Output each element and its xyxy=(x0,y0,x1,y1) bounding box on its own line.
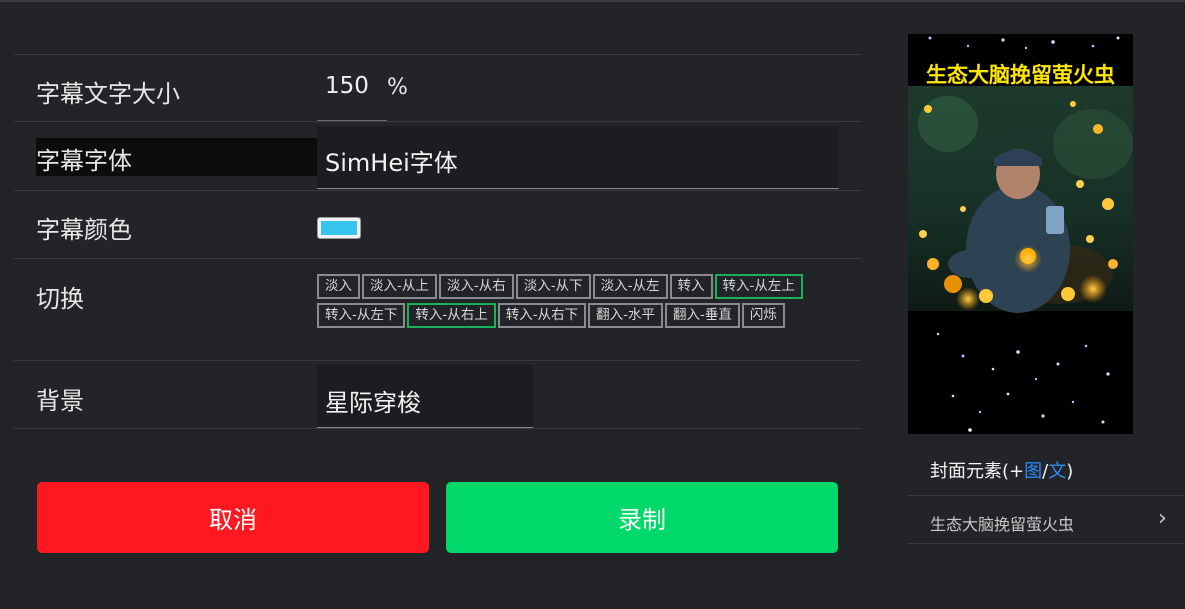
add-image-link[interactable]: 图 xyxy=(1024,461,1042,482)
transition-option[interactable]: 淡入-从左 xyxy=(592,274,668,299)
font-size-row: 字幕文字大小 150 % xyxy=(14,54,861,121)
transition-option[interactable]: 淡入-从下 xyxy=(515,274,591,299)
preview-title: 生态大脑挽留萤火虫 xyxy=(926,63,1115,87)
transition-option[interactable]: 转入-从右下 xyxy=(497,303,587,328)
cover-elements-heading: 封面元素(+图/文) xyxy=(930,457,1073,483)
background-select[interactable]: 星际穿梭 xyxy=(317,365,533,428)
font-size-label: 字幕文字大小 xyxy=(36,80,180,108)
add-text-link[interactable]: 文 xyxy=(1048,461,1066,482)
transition-option[interactable]: 翻入-水平 xyxy=(588,303,663,328)
chevron-right-icon: › xyxy=(1158,506,1167,531)
cover-text-value: 生态大脑挽留萤火虫 xyxy=(930,515,1075,534)
preview-image xyxy=(908,36,1133,432)
transition-options: 淡入 淡入-从上 淡入-从右 淡入-从下 淡入-从左 转入 转入-从左上转入-从左下 转入-从… xyxy=(317,274,817,332)
transition-option[interactable]: 转入-从左下 xyxy=(317,303,406,328)
font-size-unit: % xyxy=(387,75,408,100)
transition-option[interactable]: 闪烁 xyxy=(741,303,785,328)
transition-row: 切换 淡入 淡入-从上 淡入-从右 淡入-从下 淡入-从左 转入 转入-从左上转入-从左下转… xyxy=(14,258,861,360)
font-size-value: 150 xyxy=(325,73,369,99)
transition-option[interactable]: 转入-从右上 xyxy=(407,303,496,328)
transition-label: 切换 xyxy=(36,285,84,313)
font-size-input[interactable]: 150 xyxy=(317,55,387,121)
font-family-label: 字幕字体 xyxy=(36,147,132,175)
font-color-label: 字幕颜色 xyxy=(36,216,132,244)
transition-option[interactable]: 转入 xyxy=(669,274,713,299)
font-family-select[interactable]: SimHei字体 xyxy=(317,126,839,189)
transition-option[interactable]: 淡入 xyxy=(317,274,360,299)
top-divider xyxy=(0,0,1185,2)
video-preview: 生态大脑挽留萤火虫 xyxy=(908,34,1133,434)
font-color-picker[interactable] xyxy=(317,217,361,239)
background-value: 星际穿梭 xyxy=(325,389,421,417)
cover-text-item[interactable]: 生态大脑挽留萤火虫 › xyxy=(908,495,1185,544)
subtitle-settings-panel: 字幕文字大小 150 % 字幕字体 SimHei字体 字幕颜色 切换 淡入 淡入-… xyxy=(14,54,861,429)
transition-option[interactable]: 淡入-从右 xyxy=(438,274,514,299)
font-family-value: SimHei字体 xyxy=(325,149,458,177)
font-color-fill xyxy=(321,221,357,235)
transition-option[interactable]: 淡入-从上 xyxy=(362,274,437,299)
cover-heading-prefix: 封面元素(+ xyxy=(930,461,1025,482)
background-row: 背景 星际穿梭 xyxy=(14,360,861,429)
font-color-row: 字幕颜色 xyxy=(14,190,861,258)
transition-option[interactable]: 转入-从左上 xyxy=(714,274,803,299)
record-button[interactable]: 录制 xyxy=(446,482,838,553)
background-label: 背景 xyxy=(36,387,84,415)
cancel-button[interactable]: 取消 xyxy=(37,482,429,553)
font-family-row: 字幕字体 SimHei字体 xyxy=(14,121,861,190)
cover-heading-suffix: ) xyxy=(1066,461,1074,482)
transition-option[interactable]: 翻入-垂直 xyxy=(665,303,740,328)
